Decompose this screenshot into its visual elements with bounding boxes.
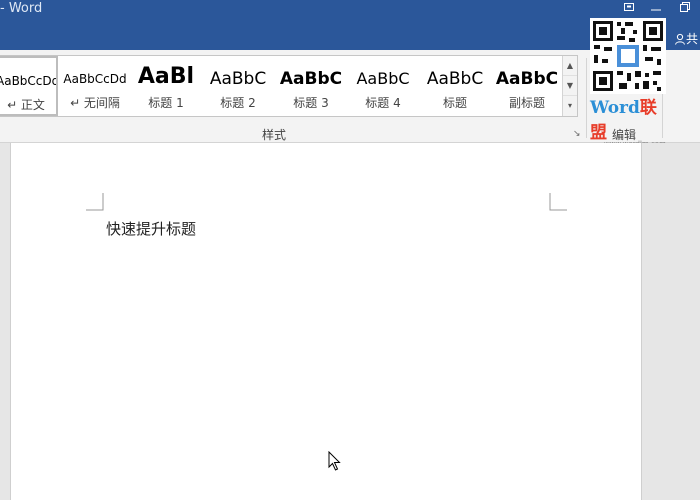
style-name: ↵ 无间隔 — [70, 96, 120, 110]
styles-gallery: AaBbCcDd ↵ 正文 AaBbCcDd ↵ 无间隔 AaBl 标题 1 A… — [0, 55, 578, 117]
margin-corner-top-right — [549, 193, 567, 211]
style-title[interactable]: AaBbC 标题 — [423, 56, 487, 116]
styles-dialog-launcher[interactable]: ↘ — [573, 129, 581, 139]
minimize-icon — [651, 9, 661, 11]
person-icon — [674, 33, 685, 45]
margin-corner-top-left — [86, 193, 104, 211]
style-name: 标题 4 — [365, 96, 401, 110]
group-separator — [586, 58, 587, 138]
restore-ribbon-icon — [624, 3, 634, 11]
gallery-scroll-down-button[interactable]: ▼ — [563, 76, 577, 96]
document-page[interactable]: 快速提升标题 — [10, 143, 642, 500]
style-name: 标题 2 — [220, 96, 256, 110]
style-subtitle[interactable]: AaBbC 副标题 — [495, 56, 559, 116]
style-name: 副标题 — [508, 96, 545, 110]
ribbon-display-options-button[interactable] — [616, 0, 642, 20]
gallery-more-button[interactable]: ▾ — [563, 96, 577, 116]
style-preview: AaBbC — [356, 69, 410, 88]
more-icon: ▾ — [567, 101, 572, 110]
qr-code-icon — [590, 18, 666, 94]
style-preview: AaBbCcDd — [63, 72, 127, 86]
share-label: 共 — [685, 32, 698, 46]
dialog-launcher-icon: ↘ — [573, 129, 581, 139]
logo-text: Word联盟 — [590, 98, 657, 143]
document-canvas: 快速提升标题 — [0, 143, 700, 500]
word-union-logo: Word联盟 www.wordlm.com — [590, 93, 672, 148]
style-preview: AaBbC — [279, 69, 343, 89]
style-heading-2[interactable]: AaBbC 标题 2 — [206, 56, 270, 116]
qr-code-watermark — [590, 18, 666, 94]
style-normal[interactable]: AaBbCcDd ↵ 正文 — [0, 56, 58, 116]
style-preview: AaBbC — [495, 69, 559, 89]
style-preview: AaBbC — [209, 69, 267, 89]
share-button[interactable]: 共 — [664, 30, 700, 48]
mouse-pointer-icon — [328, 451, 341, 471]
style-name: ↵ 正文 — [7, 98, 45, 112]
style-preview: AaBl — [137, 64, 195, 89]
style-preview: AaBbC — [426, 69, 484, 89]
chevron-up-icon: ▲ — [566, 61, 574, 70]
style-preview: AaBbCcDd — [0, 74, 56, 88]
minimize-button[interactable] — [643, 0, 669, 20]
style-name: 标题 1 — [148, 96, 184, 110]
style-heading-3[interactable]: AaBbC 标题 3 — [279, 56, 343, 116]
gallery-scroll-up-button[interactable]: ▲ — [563, 56, 577, 76]
style-name: 标题 — [442, 96, 467, 110]
style-heading-1[interactable]: AaBl 标题 1 — [134, 56, 198, 116]
restore-icon — [680, 2, 690, 12]
style-name: 标题 3 — [293, 96, 329, 110]
document-paragraph[interactable]: 快速提升标题 — [106, 218, 196, 239]
window-title: - Word — [0, 1, 43, 16]
restore-button[interactable] — [672, 0, 698, 20]
gallery-scroll: ▲ ▼ ▾ — [562, 56, 577, 116]
style-heading-4[interactable]: AaBbC 标题 4 — [351, 56, 415, 116]
chevron-down-icon: ▼ — [566, 81, 574, 90]
style-no-spacing[interactable]: AaBbCcDd ↵ 无间隔 — [62, 56, 128, 116]
logo-text-accent: 联盟 — [590, 98, 657, 143]
styles-group-label: 样式 — [262, 128, 287, 142]
